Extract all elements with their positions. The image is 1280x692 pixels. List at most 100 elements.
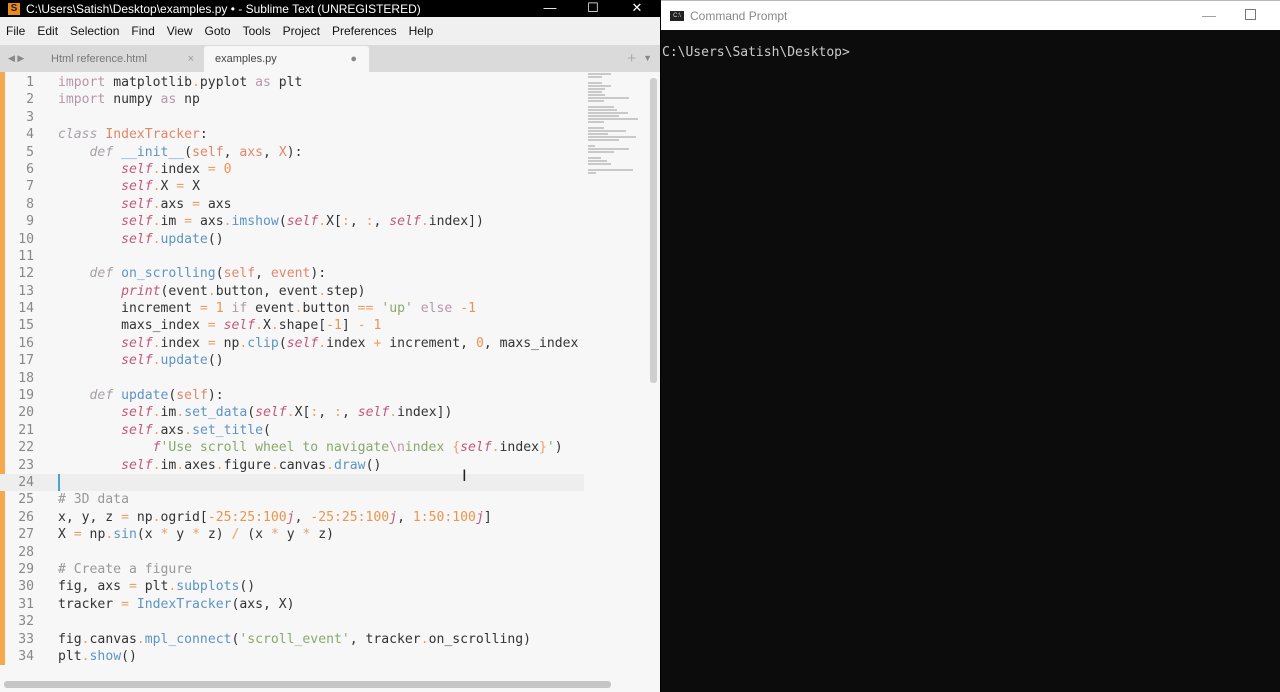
tab-examples-py[interactable]: examples.py ● [204,46,369,72]
code-line[interactable]: 3 [0,109,584,126]
code-editor[interactable]: 1 import matplotlib.pyplot as plt 2 import … [0,72,660,692]
line-number: 32 [18,614,34,630]
menu-project[interactable]: Project [283,24,320,38]
menu-help[interactable]: Help [409,24,434,38]
unsaved-dot-icon[interactable]: ● [350,46,357,72]
menu-view[interactable]: View [167,24,193,38]
code-token: plt [58,648,82,664]
code-line[interactable]: 18 [0,370,584,387]
line-number: 22 [18,440,34,456]
code-token: ogrid[ [160,509,208,525]
code-line[interactable]: 24 [0,473,584,492]
code-line[interactable]: 20 self.im.set_data(self.X[:, :, self.in… [0,404,584,421]
maximize-button[interactable]: ☐ [573,0,613,17]
line-number: 27 [18,527,34,543]
menu-tools[interactable]: Tools [243,24,271,38]
line-number: 29 [18,561,34,577]
code-token: self [121,353,153,369]
code-line[interactable]: 25 # 3D data [0,491,584,508]
code-line[interactable]: 28 [0,544,584,561]
code-line[interactable]: 13 print(event.button, event.step) [0,283,584,300]
vertical-scrollbar[interactable] [650,78,657,383]
code-line[interactable]: 27 X = np.sin(x * y * z) / (x * y * z) [0,526,584,543]
code-line[interactable]: 7 self.X = X [0,178,584,195]
code-line[interactable]: 1 import matplotlib.pyplot as plt [0,74,584,91]
code-line[interactable]: 31 tracker = IndexTracker(axs, X) [0,596,584,613]
code-line[interactable]: 5 def __init__(self, axs, X): [0,144,584,161]
tab-menu-chevron-icon[interactable]: ▼ [643,45,652,72]
code-token: == [357,301,374,317]
menu-file[interactable]: File [6,24,25,38]
code-line[interactable]: 15 maxs_index = self.X.shape[-1] - 1 [0,317,584,334]
minimize-button[interactable]: — [1202,7,1216,23]
minimize-button[interactable]: — [530,0,570,17]
code-line[interactable]: 8 self.axs = axs [0,196,584,213]
menu-selection[interactable]: Selection [70,24,119,38]
code-token: plt [270,75,303,90]
code-line[interactable]: 32 [0,613,584,630]
code-token: index [499,440,539,456]
code-token: () [365,457,382,473]
code-line[interactable]: 11 [0,248,584,265]
code-area[interactable]: 1 import matplotlib.pyplot as plt 2 import … [0,74,584,665]
tab-html-reference[interactable]: Html reference.html × [40,46,200,72]
code-token: = [184,214,193,230]
tab-bar: ◀ ▶ Html reference.html × examples.py ● … [0,45,660,72]
horizontal-scrollbar[interactable] [4,681,611,688]
code-token: np [176,92,200,108]
code-token: self [176,388,208,404]
cmd-title-bar: C:\ Command Prompt — [661,0,1280,30]
code-line[interactable]: 6 self.index = 0 [0,161,584,178]
line-number: 23 [18,457,34,473]
text-caret [58,473,60,491]
code-token: self [389,214,421,230]
close-tab-icon[interactable]: × [188,46,194,72]
menu-goto[interactable]: Goto [205,24,231,38]
code-token: axs [199,196,232,212]
code-token: : [334,405,342,421]
code-token: index [404,440,453,456]
code-line[interactable]: 23 self.im.axes.figure.canvas.draw() [0,457,584,474]
minimap[interactable] [584,72,650,174]
menu-find[interactable]: Find [131,24,154,38]
code-token: X[ [294,405,311,421]
code-line[interactable]: 19 def update(self): [0,387,584,404]
code-line[interactable]: 12 def on_scrolling(self, event): [0,265,584,282]
code-token: . [192,75,200,90]
minimap-line [588,109,618,111]
code-line[interactable]: 22 f'Use scroll wheel to navigate\nindex… [0,439,584,456]
code-line[interactable]: 2 import numpy as np [0,91,584,108]
code-line[interactable]: 9 self.im = axs.imshow(self.X[:, :, self… [0,213,584,230]
close-button[interactable]: ✕ [617,0,657,17]
code-token: * [192,527,200,543]
tab-label: Html reference.html [51,53,147,65]
code-line[interactable]: 29 # Create a figure [0,561,584,578]
menu-preferences[interactable]: Preferences [332,24,397,38]
maximize-button[interactable] [1245,9,1256,20]
code-token: . [491,440,500,456]
code-line[interactable]: 33 fig.canvas.mpl_connect('scroll_event',… [0,631,584,648]
command-prompt-window[interactable]: C:\ Command Prompt — C:\Users\Satish\Des… [661,0,1280,692]
cmd-icon: C:\ [670,10,684,21]
code-line[interactable]: 21 self.axs.set_title( [0,422,584,439]
menu-edit[interactable]: Edit [37,24,58,38]
code-line[interactable]: 10 self.update() [0,231,584,248]
code-token: x, y, z [58,509,122,525]
code-line[interactable]: 17 self.update() [0,352,584,369]
code-line[interactable]: 30 fig, axs = plt.subplots() [0,578,584,595]
minimap-line [588,151,615,153]
line-number: 13 [18,283,34,299]
code-line[interactable]: 4 class IndexTracker: [0,126,584,143]
code-token: if [231,301,248,317]
tab-nav-arrows-icon[interactable]: ◀ ▶ [8,45,24,72]
code-line[interactable]: 34 plt.show() [0,648,584,665]
code-line[interactable]: 26 x, y, z = np.ogrid[-25:25:100j, -25:25… [0,509,584,526]
code-line[interactable]: 16 self.index = np.clip(self.index + inc… [0,335,584,352]
terminal-output[interactable]: C:\Users\Satish\Desktop> [661,30,1280,60]
code-token: , [341,405,358,421]
code-line[interactable]: 14 increment = 1 if event.button == 'up'… [0,300,584,317]
code-token: self [121,196,153,212]
new-tab-plus-icon[interactable]: + [627,45,636,72]
